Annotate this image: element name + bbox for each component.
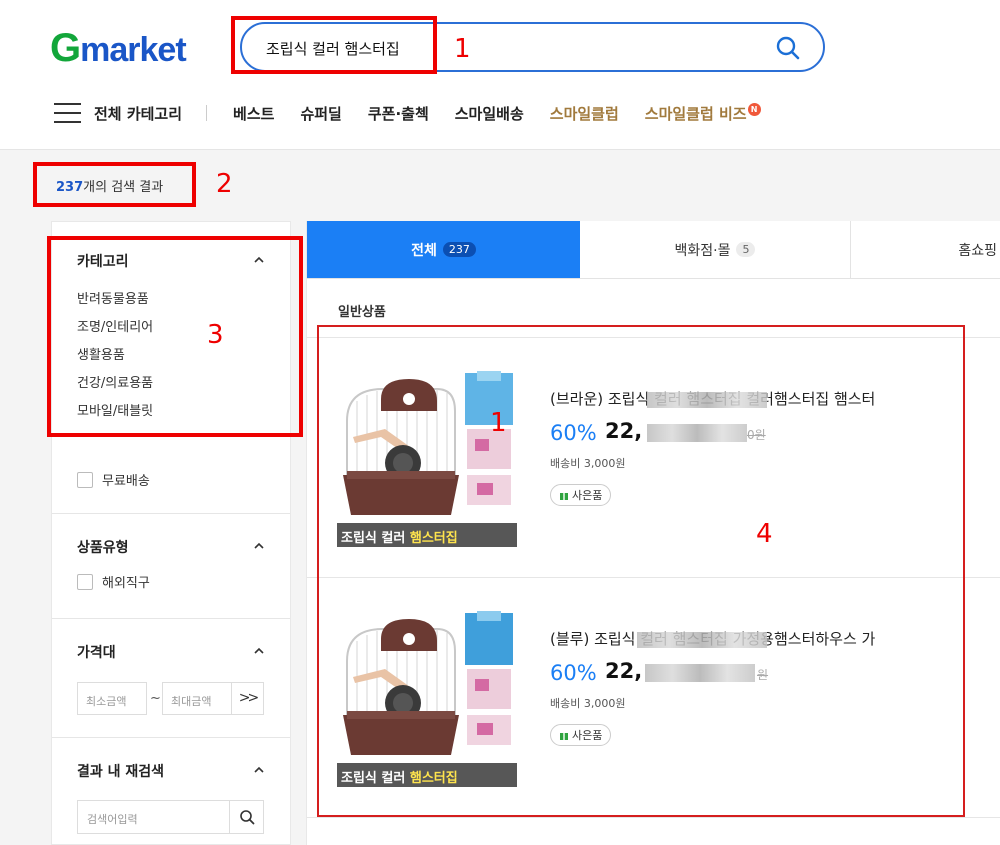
chevron-up-icon[interactable] [254,646,264,656]
free-shipping-label: 무료배송 [102,474,150,489]
free-shipping-checkbox[interactable] [77,471,93,488]
new-badge: N [747,102,761,116]
price-max-input[interactable]: 최대금액 [162,682,232,715]
chevron-up-icon[interactable] [254,765,264,775]
tab-department-store[interactable]: 백화점·몰 5 [580,221,851,279]
research-placeholder: 검색어입력 [87,813,138,826]
divider [52,513,290,514]
free-shipping-filter[interactable]: 무료배송 [77,470,150,489]
overseas-filter[interactable]: 해외직구 [77,572,150,591]
nav-all-category[interactable]: 전체 카테고리 [94,103,182,124]
annotation-number: 1 [490,408,507,438]
tab-label: 전체 [411,242,437,259]
research-search-button[interactable] [229,801,263,833]
nav-divider [206,105,208,121]
nav-superdeal[interactable]: 슈퍼딜 [300,103,341,124]
price-range: 최소금액 ~ 최대금액 >> [77,682,267,716]
price-min-input[interactable]: 최소금액 [77,682,147,715]
tab-all[interactable]: 전체 237 [307,221,580,279]
search-icon[interactable] [775,35,801,61]
research-title: 결과 내 재검색 [77,764,165,780]
overseas-label: 해외직구 [102,576,150,591]
nav-smile-club[interactable]: 스마일클럽 [550,103,619,124]
nav-best[interactable]: 베스트 [233,103,274,124]
annotation-box-category [47,236,303,437]
main-nav: 전체 카테고리 베스트 슈퍼딜 쿠폰·출첵 스마일배송 스마일클럽 스마일클럽 … [54,98,787,128]
tab-count: 5 [736,242,756,257]
annotation-number: 4 [756,519,773,549]
price-apply-button[interactable]: >> [231,682,264,715]
overseas-checkbox[interactable] [77,573,93,590]
annotation-number: 2 [216,169,233,199]
annotation-number: 3 [207,320,224,350]
logo-text: market [80,31,187,69]
gmarket-logo[interactable]: Gmarket [50,26,187,71]
divider [307,817,1000,818]
annotation-box-search [231,16,437,74]
tab-home-shopping[interactable]: 홈쇼핑 [851,221,1000,279]
product-type-title: 상품유형 [77,540,129,556]
menu-icon[interactable] [54,103,81,123]
chevron-up-icon[interactable] [254,541,264,551]
annotation-box-products [317,325,965,817]
annotation-number: 1 [454,34,471,64]
research-input[interactable]: 검색어입력 [77,800,264,834]
tab-count: 237 [442,242,476,257]
search-icon [240,810,255,825]
price-tilde: ~ [150,691,161,706]
price-title: 가격대 [77,645,116,661]
divider [52,618,290,619]
nav-smile-club-biz-label: 스마일클럽 비즈 [644,104,747,123]
annotation-box-result-count [33,162,196,207]
nav-smile-delivery[interactable]: 스마일배송 [455,103,524,124]
tab-label: 백화점·몰 [674,242,731,259]
logo-g: G [50,26,81,70]
nav-smile-club-biz[interactable]: 스마일클럽 비즈 N [644,102,761,124]
header: Gmarket 조립식 컬러 햄스터집 전체 카테고리 베스트 슈퍼딜 쿠폰·출… [0,0,1000,150]
tab-label: 홈쇼핑 [958,242,997,259]
nav-coupon[interactable]: 쿠폰·출첵 [368,103,429,124]
divider [52,737,290,738]
general-products-label: 일반상품 [338,305,386,320]
